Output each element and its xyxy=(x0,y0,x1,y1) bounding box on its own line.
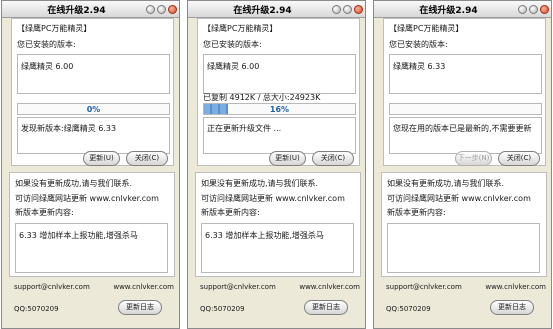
website-link[interactable]: www.cnlvker.com xyxy=(113,283,174,291)
window-title: 在线升级2.94 xyxy=(419,6,478,16)
website-link[interactable]: www.cnlvker.com xyxy=(485,283,546,291)
support-email[interactable]: support@cnlvker.com xyxy=(14,283,90,291)
website-text: 可访问绿鹰网站更新 www.cnlvker.com xyxy=(15,194,159,203)
close-icon[interactable] xyxy=(354,5,363,14)
close-button[interactable]: 关闭(C) xyxy=(126,151,168,166)
changelog-button[interactable]: 更新日志 xyxy=(118,300,162,315)
info-panel: 如果没有更新成功,请与我们联系. 可访问绿鹰网站更新 www.cnlvker.c… xyxy=(9,172,175,277)
status-message-field: 正在更新升级文件 ... xyxy=(203,117,356,154)
new-content-label: 新版本更新内容: xyxy=(15,208,74,217)
close-icon[interactable] xyxy=(540,5,549,14)
support-email[interactable]: support@cnlvker.com xyxy=(386,283,462,291)
status-message-field: 您现在用的版本已是最新的,不需要更新 xyxy=(389,117,542,154)
release-notes-field: 6.33 增加样本上报功能,增强杀马 xyxy=(15,223,168,273)
progress-percent: 0% xyxy=(86,105,101,114)
new-content-label: 新版本更新内容: xyxy=(201,208,260,217)
changelog-button[interactable]: 更新日志 xyxy=(490,300,534,315)
download-progress-bar: 16% xyxy=(203,103,356,115)
installed-version-field: 绿鹰精灵 6.33 xyxy=(389,54,542,94)
support-email[interactable]: support@cnlvker.com xyxy=(200,283,276,291)
qq-number: QQ:5070209 xyxy=(200,305,245,313)
changelog-button[interactable]: 更新日志 xyxy=(304,300,348,315)
help-text: 如果没有更新成功,请与我们联系. xyxy=(387,179,505,188)
update-button[interactable]: 更新(U) xyxy=(269,151,306,166)
release-notes-field: 6.33 增加样本上报功能,增强杀马 xyxy=(201,223,354,273)
info-panel: 如果没有更新成功,请与我们联系. 可访问绿鹰网站更新 www.cnlvker.c… xyxy=(195,172,361,277)
maximize-icon[interactable] xyxy=(529,5,538,14)
help-text: 如果没有更新成功,请与我们联系. xyxy=(15,179,133,188)
website-text: 可访问绿鹰网站更新 www.cnlvker.com xyxy=(201,194,345,203)
qq-number: QQ:5070209 xyxy=(14,305,59,313)
website-link[interactable]: www.cnlvker.com xyxy=(299,283,360,291)
title-bar[interactable]: 在线升级2.94 xyxy=(2,1,179,18)
download-progress-bar xyxy=(389,103,542,115)
next-button[interactable]: 下一步(N) xyxy=(455,151,492,166)
installed-version-label: 您已安装的版本: xyxy=(17,40,76,49)
maximize-icon[interactable] xyxy=(157,5,166,14)
qq-number: QQ:5070209 xyxy=(386,305,431,313)
new-content-label: 新版本更新内容: xyxy=(387,208,446,217)
group-title: 【绿鹰PC万能精灵】 xyxy=(17,24,92,33)
upgrade-window-1: 在线升级2.94 【绿鹰PC万能精灵】 您已安装的版本: 绿鹰精灵 6.00 0… xyxy=(1,0,180,329)
upgrade-window-2: 在线升级2.94 【绿鹰PC万能精灵】 您已安装的版本: 绿鹰精灵 6.00 已… xyxy=(187,0,366,329)
close-button[interactable]: 关闭(C) xyxy=(312,151,354,166)
release-notes-field xyxy=(387,223,540,273)
maximize-icon[interactable] xyxy=(343,5,352,14)
upgrade-window-3: 在线升级2.94 【绿鹰PC万能精灵】 您已安装的版本: 绿鹰精灵 6.33 您… xyxy=(373,0,552,329)
progress-percent: 16% xyxy=(269,105,290,114)
help-text: 如果没有更新成功,请与我们联系. xyxy=(201,179,319,188)
website-text: 可访问绿鹰网站更新 www.cnlvker.com xyxy=(387,194,531,203)
download-progress-bar: 0% xyxy=(17,103,170,115)
installed-version-label: 您已安装的版本: xyxy=(203,40,262,49)
group-title: 【绿鹰PC万能精灵】 xyxy=(203,24,278,33)
installed-version-field: 绿鹰精灵 6.00 xyxy=(17,54,170,94)
close-icon[interactable] xyxy=(168,5,177,14)
title-bar[interactable]: 在线升级2.94 xyxy=(374,1,551,18)
close-button[interactable]: 关闭(C) xyxy=(498,151,540,166)
status-message-field: 发现新版本:绿鹰精灵 6.33 xyxy=(17,117,170,154)
group-title: 【绿鹰PC万能精灵】 xyxy=(389,24,464,33)
minimize-icon[interactable] xyxy=(332,5,341,14)
info-panel: 如果没有更新成功,请与我们联系. 可访问绿鹰网站更新 www.cnlvker.c… xyxy=(381,172,547,277)
title-bar[interactable]: 在线升级2.94 xyxy=(188,1,365,18)
minimize-icon[interactable] xyxy=(146,5,155,14)
window-title: 在线升级2.94 xyxy=(233,6,292,16)
version-panel: 【绿鹰PC万能精灵】 您已安装的版本: 绿鹰精灵 6.00 已复制 4912K … xyxy=(197,18,360,166)
installed-version-field: 绿鹰精灵 6.00 xyxy=(203,54,356,94)
copied-size-text: 已复制 4912K / 总大小:24923K xyxy=(203,93,321,102)
installed-version-label: 您已安装的版本: xyxy=(389,40,448,49)
version-panel: 【绿鹰PC万能精灵】 您已安装的版本: 绿鹰精灵 6.00 0% 发现新版本:绿… xyxy=(11,18,174,166)
version-panel: 【绿鹰PC万能精灵】 您已安装的版本: 绿鹰精灵 6.33 您现在用的版本已是最… xyxy=(383,18,546,166)
minimize-icon[interactable] xyxy=(518,5,527,14)
update-button[interactable]: 更新(U) xyxy=(83,151,120,166)
window-title: 在线升级2.94 xyxy=(47,6,106,16)
